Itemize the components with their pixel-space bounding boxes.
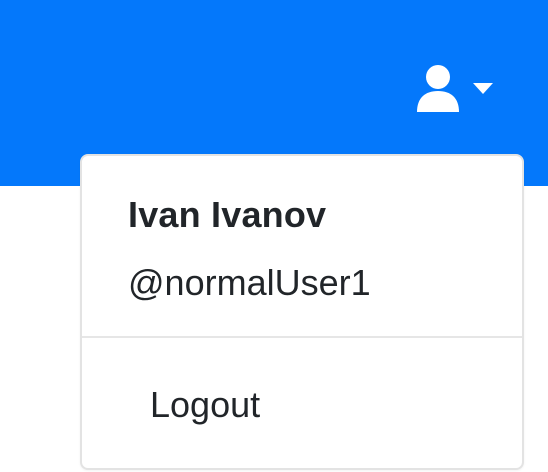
user-dropdown-menu: Ivan Ivanov @normalUser1 Logout <box>80 154 524 470</box>
logout-label: Logout <box>150 384 261 425</box>
page: Ivan Ivanov @normalUser1 Logout <box>0 0 548 472</box>
user-icon <box>417 65 459 112</box>
caret-down-icon <box>473 83 493 94</box>
user-menu-toggle[interactable] <box>415 62 515 114</box>
dropdown-divider <box>82 336 522 338</box>
user-name: Ivan Ivanov <box>128 194 327 235</box>
user-handle: @normalUser1 <box>128 262 371 303</box>
logout-menu-item[interactable]: Logout <box>82 378 522 442</box>
